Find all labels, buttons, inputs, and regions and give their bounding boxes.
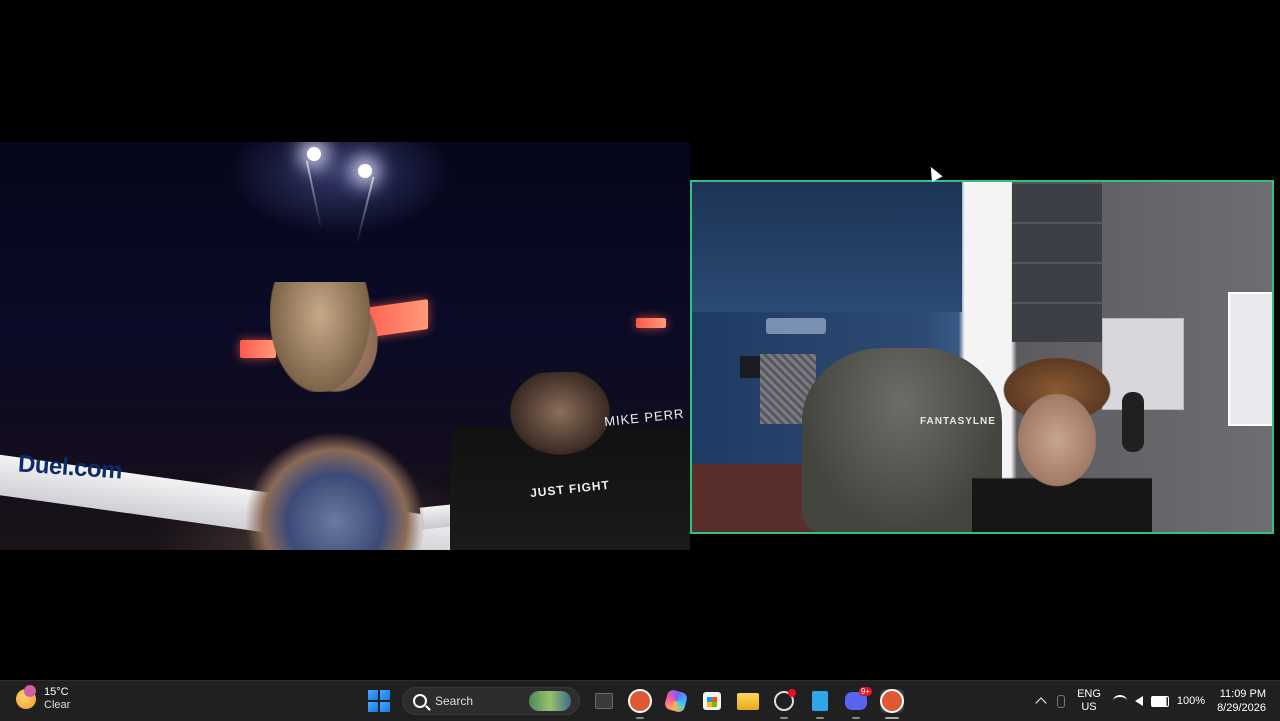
light-ray bbox=[355, 176, 375, 246]
folder-icon bbox=[737, 692, 759, 710]
wifi-icon bbox=[1112, 695, 1127, 707]
weather-moon-icon bbox=[16, 685, 36, 709]
taskbar-app-duckduckgo-active[interactable] bbox=[880, 689, 904, 719]
search-label: Search bbox=[435, 694, 474, 708]
battery-percent: 100% bbox=[1176, 695, 1206, 707]
copilot-icon bbox=[663, 688, 689, 714]
clock-time: 11:09 PM bbox=[1219, 688, 1266, 700]
duckduckgo-icon bbox=[880, 689, 904, 713]
arena-screen bbox=[636, 318, 666, 328]
weather-condition: Clear bbox=[44, 699, 71, 711]
notepad-icon bbox=[812, 691, 828, 711]
store-icon bbox=[703, 692, 721, 710]
language-indicator[interactable]: ENG US bbox=[1077, 688, 1101, 714]
taskbar-app-obs[interactable] bbox=[772, 689, 796, 719]
system-tray: ENG US 100% 11:09 PM 8/29/2026 bbox=[1035, 685, 1266, 717]
taskbar-search[interactable]: Search bbox=[402, 687, 580, 715]
lang-region: US bbox=[1081, 701, 1097, 713]
cornerman bbox=[450, 372, 690, 550]
microphone-icon[interactable] bbox=[1057, 694, 1066, 708]
taskbar-app-file-explorer[interactable] bbox=[592, 689, 616, 713]
taskbar-app-store[interactable] bbox=[700, 689, 724, 713]
light-ray bbox=[305, 160, 323, 230]
start-button[interactable] bbox=[368, 690, 390, 712]
taskbar-app-folder[interactable] bbox=[736, 689, 760, 713]
clock-date: 8/29/2026 bbox=[1217, 702, 1266, 714]
storage-shelf bbox=[1012, 182, 1102, 342]
weather-temp: 15°C bbox=[44, 686, 69, 698]
clock[interactable]: 11:09 PM 8/29/2026 bbox=[1217, 687, 1266, 715]
taskbar-app-duckduckgo[interactable] bbox=[628, 689, 652, 719]
recording-dot-icon bbox=[788, 689, 796, 697]
webcam-video-window[interactable]: FANTASYLNE bbox=[690, 180, 1274, 534]
discord-badge: 9+ bbox=[858, 687, 872, 696]
lang-code: ENG bbox=[1077, 688, 1101, 700]
fighter-head bbox=[270, 282, 370, 392]
quick-settings[interactable]: 100% bbox=[1112, 695, 1206, 707]
weather-widget[interactable]: 15°C Clear bbox=[16, 685, 71, 712]
wall bbox=[692, 182, 962, 312]
room-window bbox=[1228, 292, 1272, 426]
taskbar-app-discord[interactable]: 9+ bbox=[844, 687, 872, 719]
taskbar-app-copilot[interactable] bbox=[663, 688, 689, 714]
chevron-up-icon[interactable] bbox=[1035, 697, 1047, 709]
headset bbox=[1122, 392, 1144, 452]
task-view-icon bbox=[595, 693, 613, 709]
wall-speaker bbox=[740, 356, 760, 378]
taskbar-app-notepad[interactable] bbox=[808, 689, 832, 719]
search-icon bbox=[413, 694, 427, 708]
arena-light bbox=[307, 147, 321, 161]
taskbar: 15°C Clear Search 9+ ENG US 100% 11:09 P… bbox=[0, 680, 1280, 721]
broadcast-video-window[interactable]: Duel.com JUST FIGHT MIKE PERR bbox=[0, 142, 690, 550]
duckduckgo-icon bbox=[628, 689, 652, 713]
air-conditioner bbox=[766, 318, 826, 334]
search-highlight-icon bbox=[529, 691, 571, 711]
battery-icon bbox=[1150, 695, 1169, 707]
volume-icon bbox=[1134, 696, 1143, 706]
arena-light bbox=[358, 164, 372, 178]
